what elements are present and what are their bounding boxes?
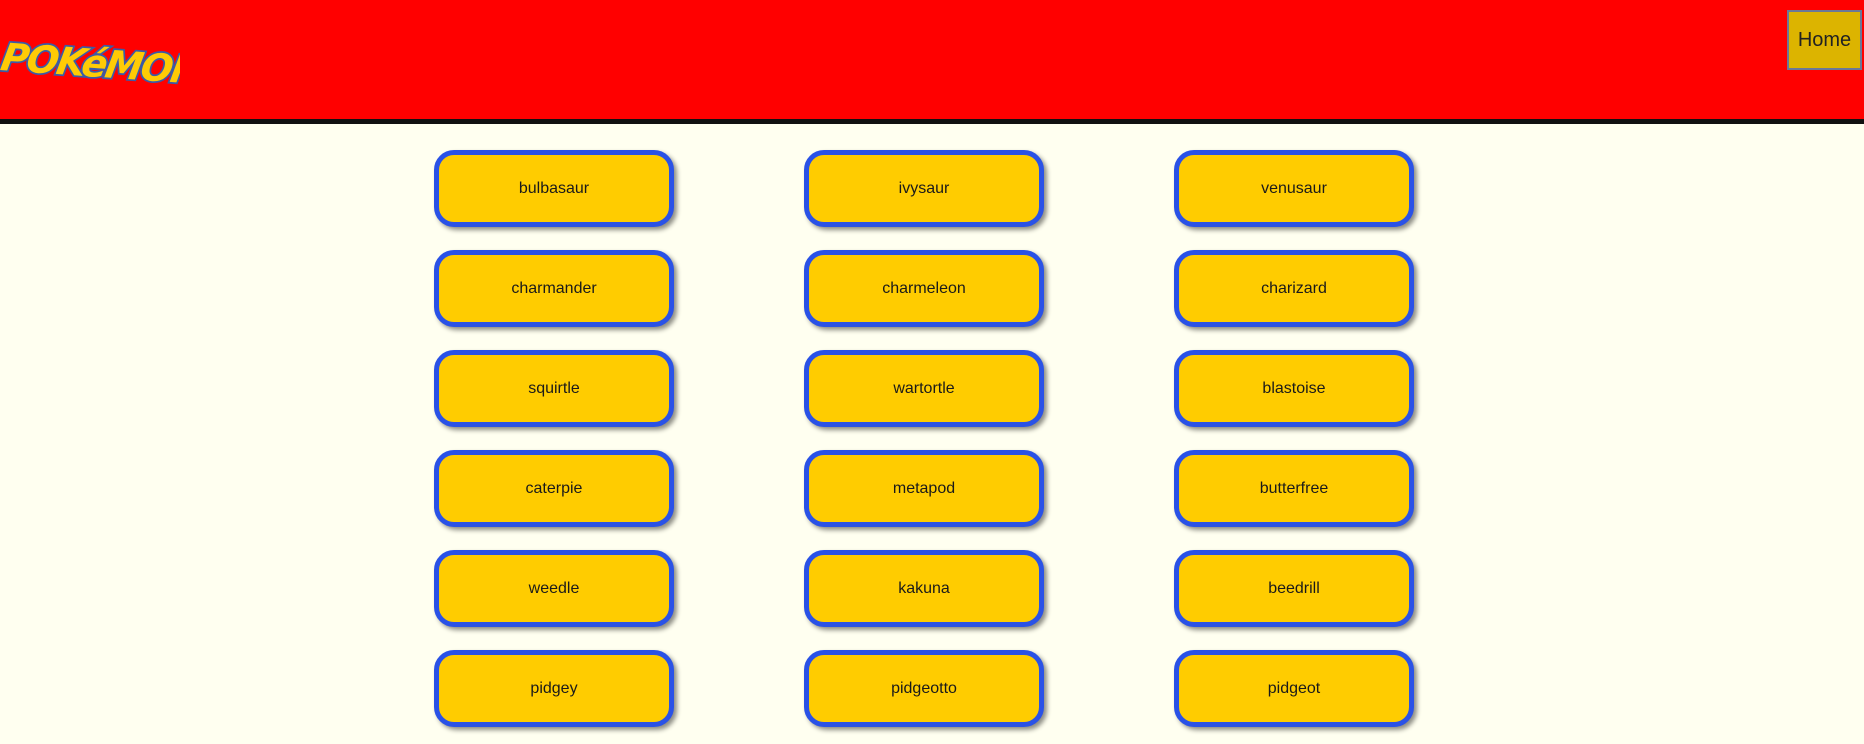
pokemon-logo[interactable]: POKéMON [0,32,180,88]
pokemon-card-pidgey[interactable]: pidgey [434,650,674,727]
pokemon-card-ivysaur[interactable]: ivysaur [804,150,1044,227]
pokemon-card-caterpie[interactable]: caterpie [434,450,674,527]
pokemon-card-charizard[interactable]: charizard [1174,250,1414,327]
pokemon-card-kakuna[interactable]: kakuna [804,550,1044,627]
pokemon-list: bulbasaur ivysaur venusaur charmander ch… [434,150,1416,727]
pokemon-card-bulbasaur[interactable]: bulbasaur [434,150,674,227]
home-button[interactable]: Home [1787,10,1862,70]
svg-text:POKéMON: POKéMON [0,35,180,88]
pokemon-card-pidgeotto[interactable]: pidgeotto [804,650,1044,727]
header-bar: POKéMON Home [0,0,1864,124]
pokemon-card-charmeleon[interactable]: charmeleon [804,250,1044,327]
pokemon-card-blastoise[interactable]: blastoise [1174,350,1414,427]
pokemon-card-beedrill[interactable]: beedrill [1174,550,1414,627]
pokemon-card-squirtle[interactable]: squirtle [434,350,674,427]
pokemon-card-wartortle[interactable]: wartortle [804,350,1044,427]
pokemon-card-weedle[interactable]: weedle [434,550,674,627]
pokemon-card-pidgeot[interactable]: pidgeot [1174,650,1414,727]
pokemon-card-charmander[interactable]: charmander [434,250,674,327]
pokemon-card-metapod[interactable]: metapod [804,450,1044,527]
pokemon-card-venusaur[interactable]: venusaur [1174,150,1414,227]
pokemon-card-butterfree[interactable]: butterfree [1174,450,1414,527]
